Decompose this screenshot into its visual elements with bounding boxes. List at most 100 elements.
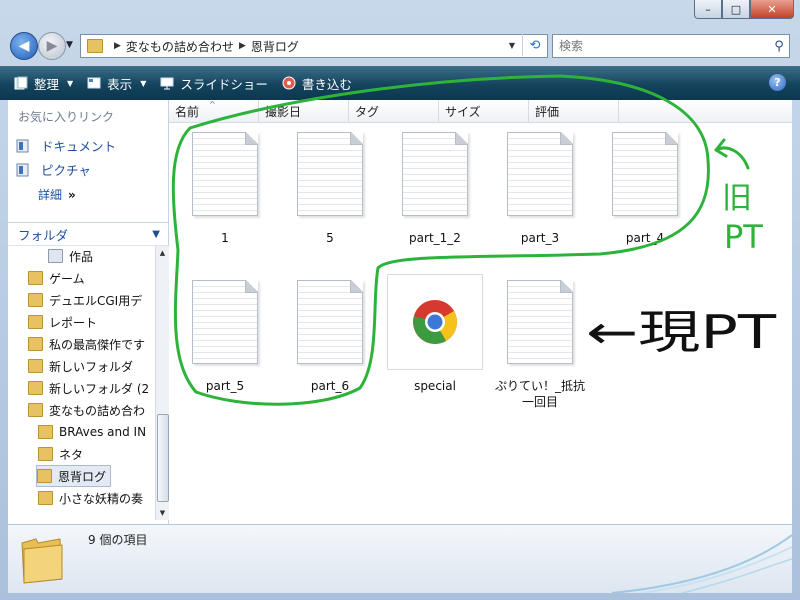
breadcrumb-separator-icon[interactable]: ▶ <box>239 41 246 51</box>
file-item[interactable]: part_4 <box>592 132 698 246</box>
slideshow-label: スライドショー <box>180 76 268 92</box>
file-item[interactable]: ぷりてい！_抵抗一回目 <box>487 280 593 410</box>
item-count: 9 個の項目 <box>88 533 148 547</box>
history-dropdown-button[interactable]: ▼ <box>66 40 73 50</box>
file-item[interactable]: 5 <box>277 132 383 246</box>
arrow-left-icon: ◀ <box>18 38 30 54</box>
minimize-button[interactable]: – <box>694 0 722 19</box>
file-item[interactable]: part_1_2 <box>382 132 488 246</box>
arrow-right-icon: ▶ <box>46 38 58 54</box>
search-input[interactable] <box>553 38 769 54</box>
column-header-size[interactable]: サイズ <box>439 100 529 122</box>
file-name: special <box>414 379 456 393</box>
file-name: part_1_2 <box>409 231 461 245</box>
column-headers: 名前 ^ 撮影日 タグ サイズ 評価 <box>169 100 792 123</box>
favorites-more-label: 詳細 <box>38 188 63 202</box>
chevron-down-icon: ▼ <box>152 228 160 240</box>
help-icon: ? <box>774 76 781 89</box>
tree-item-selected[interactable]: 恩背ログ <box>36 465 112 487</box>
column-header-date-taken[interactable]: 撮影日 <box>259 100 349 122</box>
file-item[interactable]: 1 <box>172 132 278 246</box>
chevron-down-icon: ▼ <box>140 78 147 88</box>
close-button[interactable]: ✕ <box>750 0 794 19</box>
tree-item-label: レポート <box>49 315 98 330</box>
file-name: part_6 <box>310 379 350 393</box>
search-icon[interactable]: ⚲ <box>769 39 789 54</box>
view-button[interactable]: 表示 ▼ <box>87 66 146 100</box>
tree-item[interactable]: 作品 <box>48 246 93 266</box>
chrome-logo-icon <box>413 300 457 344</box>
file-name: part_4 <box>625 231 665 245</box>
column-label: 評価 <box>535 104 560 119</box>
folder-icon <box>37 469 52 483</box>
tree-item[interactable]: BRAves and IN <box>38 422 146 442</box>
tree-item[interactable]: ゲーム <box>28 268 85 288</box>
tree-item[interactable]: 変なもの詰め合わ <box>28 400 145 420</box>
organize-label: 整理 <box>34 76 60 92</box>
tree-item[interactable]: レポート <box>28 312 97 332</box>
column-label: 名前 <box>175 104 200 119</box>
organize-icon <box>14 76 28 90</box>
slideshow-button[interactable]: スライドショー <box>160 66 268 100</box>
breadcrumb-segment[interactable]: 恩背ログ <box>251 38 299 55</box>
favorite-link-documents[interactable]: ドキュメント <box>16 136 116 155</box>
navigation-pane: お気に入りリンク ドキュメント ピクチャ 詳細 » フォルダ ▼ 作品 ゲーム デ… <box>8 100 169 524</box>
organize-button[interactable]: 整理 ▼ <box>14 66 73 100</box>
tree-item-label: 小さな妖精の奏 <box>59 491 144 506</box>
column-header-name[interactable]: 名前 ^ <box>169 100 259 122</box>
address-bar[interactable]: ▶ 変なもの詰め合わせ ▶ 恩背ログ <box>80 34 548 58</box>
folder-tree-scrollbar[interactable]: ▲ ▼ <box>155 246 169 520</box>
folder-icon <box>28 337 43 351</box>
file-name: part_5 <box>205 379 245 393</box>
refresh-button[interactable]: ⟲ <box>522 34 547 56</box>
file-name: ぷりてい！_抵抗一回目 <box>494 379 585 409</box>
tree-item[interactable]: 新しいフォルダ <box>28 356 133 376</box>
help-button[interactable]: ? <box>769 74 786 91</box>
back-button[interactable]: ◀ <box>10 32 38 60</box>
tree-item-label: ゲーム <box>49 271 85 286</box>
file-item[interactable]: part_5 <box>172 280 278 394</box>
address-row: ◀ ▶ ▼ ▶ 変なもの詰め合わせ ▶ 恩背ログ ▼ ⟲ ⚲ <box>0 28 800 64</box>
tree-item-label: 恩背ログ <box>58 469 107 484</box>
tree-item[interactable]: 新しいフォルダ (2 <box>28 378 149 398</box>
maximize-button[interactable]: □ <box>722 0 750 19</box>
tree-item[interactable]: 小さな妖精の奏 <box>38 488 143 508</box>
folder-icon <box>28 271 43 285</box>
file-name: part_3 <box>520 231 560 245</box>
column-label: 撮影日 <box>265 104 302 119</box>
favorite-link-pictures[interactable]: ピクチャ <box>16 160 91 179</box>
address-dropdown-button[interactable]: ▼ <box>504 34 520 56</box>
favorites-more-link[interactable]: 詳細 » <box>38 186 76 203</box>
tree-item[interactable]: 私の最高傑作です <box>28 334 145 354</box>
text-document-icon <box>192 280 258 364</box>
scroll-up-icon[interactable]: ▲ <box>156 246 169 260</box>
sort-ascending-icon: ^ <box>209 100 216 109</box>
column-header-tags[interactable]: タグ <box>349 100 439 122</box>
column-header-rating[interactable]: 評価 <box>529 100 619 122</box>
tree-item-label: 私の最高傑作です <box>49 337 146 352</box>
view-icon <box>87 77 101 89</box>
column-label: サイズ <box>445 104 481 119</box>
scroll-down-icon[interactable]: ▼ <box>156 506 169 520</box>
details-pane: 9 個の項目 <box>8 524 792 593</box>
chrome-file-thumbnail <box>387 274 483 370</box>
breadcrumb-segment[interactable]: 変なもの詰め合わせ <box>126 38 234 55</box>
file-name: 5 <box>326 231 334 245</box>
folders-header[interactable]: フォルダ ▼ <box>8 222 168 246</box>
forward-button[interactable]: ▶ <box>38 32 66 60</box>
chevron-down-icon: ▼ <box>67 78 74 88</box>
scrollbar-thumb[interactable] <box>157 414 169 502</box>
chevron-down-icon: ▼ <box>508 40 516 50</box>
file-item[interactable]: special <box>382 274 488 394</box>
search-box: ⚲ <box>552 34 790 58</box>
tree-item[interactable]: デュエルCGI用デ <box>28 290 142 310</box>
folder-icon <box>28 403 43 417</box>
favorite-link-label: ドキュメント <box>41 139 117 154</box>
burn-button[interactable]: 書き込む <box>282 66 352 100</box>
file-item[interactable]: part_6 <box>277 280 383 394</box>
file-item[interactable]: part_3 <box>487 132 593 246</box>
tree-item[interactable]: ネタ <box>38 444 83 464</box>
folder-icon <box>87 39 103 53</box>
breadcrumb-separator-icon[interactable]: ▶ <box>114 41 121 51</box>
column-label: タグ <box>355 104 380 119</box>
